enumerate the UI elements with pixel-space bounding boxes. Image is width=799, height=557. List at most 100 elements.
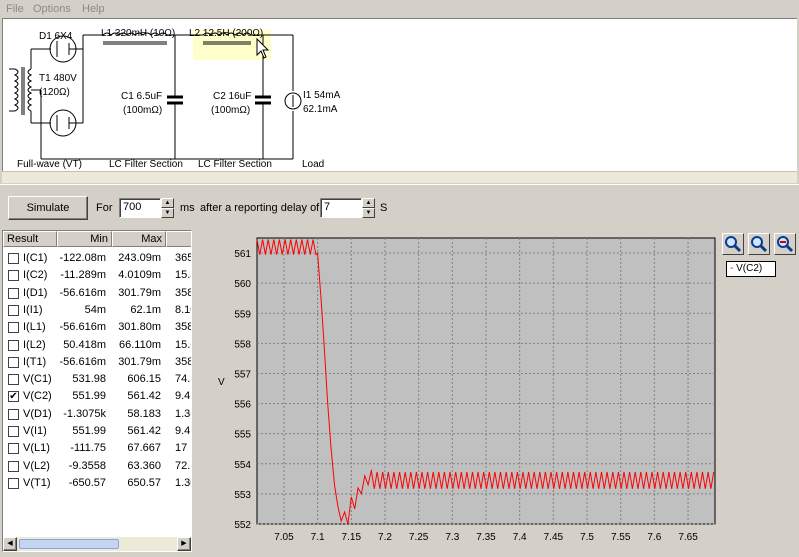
table-row[interactable]: V(C1) 531.98 606.15 74. (3, 371, 191, 388)
row-checkbox[interactable] (8, 304, 19, 316)
row-max: 561.42 (127, 425, 161, 437)
schematic-scrollbar[interactable] (2, 171, 797, 183)
zoom-in-icon[interactable] (722, 233, 744, 255)
x-tick-label: 7.25 (409, 532, 429, 543)
table-row[interactable]: I(I1) 54m 62.1m 8.10 (3, 302, 191, 319)
row-extra: 365. (175, 252, 191, 264)
row-min: 551.99 (72, 390, 106, 403)
legend-label: V(C2) (736, 263, 763, 274)
menu-help[interactable]: Help (82, 3, 105, 15)
delay-down-button[interactable]: ▼ (362, 208, 375, 218)
simulate-button[interactable]: Simulate (8, 196, 88, 220)
schematic-canvas[interactable]: D1 6X4 T1 480V (120Ω) L1 320mH (10Ω) L2 … (2, 18, 797, 171)
row-checkbox[interactable] (8, 408, 19, 420)
ms-label: ms (180, 202, 195, 214)
row-max: 301.79m (118, 355, 161, 368)
zoom-out-icon[interactable] (774, 233, 796, 255)
delay-input[interactable]: 7 (320, 198, 362, 218)
scroll-thumb[interactable] (19, 539, 119, 549)
row-checkbox[interactable] (8, 322, 19, 334)
current-source-i1[interactable] (284, 35, 302, 159)
row-max: 63.360 (127, 459, 161, 472)
for-label: For (96, 202, 113, 214)
table-row[interactable]: I(D1) -56.616m 301.79m 358. (3, 285, 191, 302)
table-row[interactable]: I(T1) -56.616m 301.79m 358. (3, 354, 191, 371)
l1-label: L1 320mH (10Ω) (101, 28, 175, 39)
y-axis-label: V (218, 377, 225, 388)
header-min[interactable]: Min (57, 231, 112, 247)
table-row[interactable]: I(C2) -11.289m 4.0109m 15.3 (3, 267, 191, 284)
x-tick-label: 7.6 (647, 532, 661, 543)
row-checkbox[interactable] (8, 426, 19, 437)
l2-label: L2 12.5H (200Ω) (189, 28, 263, 39)
table-row[interactable]: I(L1) -56.616m 301.80m 358. (3, 319, 191, 336)
duration-up-button[interactable]: ▲ (161, 198, 174, 208)
row-checkbox[interactable] (8, 253, 19, 264)
table-row[interactable]: I(C1) -122.08m 243.09m 365. (3, 250, 191, 267)
row-extra: 1.30 (175, 476, 191, 489)
row-extra: 15.6 (175, 338, 191, 351)
results-table: Result Min Max I(C1)-122.08m243.09m365.I… (2, 230, 192, 552)
s-label: S (380, 202, 388, 214)
header-max[interactable]: Max (112, 231, 166, 247)
table-row[interactable]: V(I1) 551.99 561.42 9.4 (3, 423, 191, 440)
row-min: 50.418m (63, 338, 106, 351)
legend-line-icon: - (730, 263, 734, 274)
header-result[interactable]: Result (3, 231, 57, 247)
table-row[interactable]: V(L1) -111.75 67.667 17 (3, 440, 191, 457)
delay-up-button[interactable]: ▲ (362, 198, 375, 208)
row-checkbox[interactable] (8, 356, 19, 368)
row-checkbox[interactable] (8, 270, 19, 282)
menu-file[interactable]: File (6, 3, 24, 15)
row-checkbox[interactable] (8, 339, 19, 351)
scroll-left-button[interactable]: ◀ (3, 537, 17, 551)
x-tick-label: 7.2 (378, 532, 392, 543)
duration-input[interactable]: 700 (119, 198, 161, 218)
row-name: V(L1) (23, 442, 50, 455)
table-row[interactable]: V(L2) -9.3558 63.360 72. (3, 458, 191, 475)
diode-d1[interactable] (49, 34, 103, 137)
simulation-toolbar: Simulate For 700 ▲ ▼ ms after a reportin… (0, 188, 799, 228)
row-checkbox[interactable] (8, 460, 19, 472)
table-row[interactable]: V(D1) -1.3075k 58.183 1.36 (3, 406, 191, 423)
y-tick-label: 559 (234, 309, 251, 320)
menu-options[interactable]: Options (33, 3, 71, 15)
row-name: V(C1) (23, 373, 52, 386)
y-tick-label: 556 (234, 400, 251, 411)
row-name: V(T1) (23, 476, 51, 489)
x-tick-label: 7.5 (580, 532, 594, 543)
c2-resistance: (100mΩ) (211, 105, 250, 116)
c1-label: C1 6.5uF (121, 91, 162, 102)
y-tick-label: 560 (234, 279, 251, 290)
table-row[interactable]: ✔ V(C2) 551.99 561.42 9.4 (3, 388, 191, 405)
table-row[interactable]: I(L2) 50.418m 66.110m 15.6 (3, 337, 191, 354)
y-tick-label: 561 (234, 249, 251, 260)
row-max: 301.80m (118, 321, 161, 334)
table-row[interactable]: V(T1) -650.57 650.57 1.30 (3, 475, 191, 492)
header-extra[interactable] (166, 231, 191, 247)
zoom-icon[interactable] (748, 233, 770, 255)
y-tick-label: 557 (234, 369, 251, 380)
scroll-right-button[interactable]: ▶ (177, 537, 191, 551)
row-min: -56.616m (59, 355, 106, 368)
row-name: I(C2) (23, 269, 48, 282)
row-min: 551.99 (72, 425, 106, 437)
transformer-t1[interactable] (9, 48, 51, 159)
row-checkbox[interactable] (8, 374, 19, 386)
row-name: I(C1) (23, 252, 48, 264)
i1-value: 62.1mA (303, 104, 338, 115)
chart-panel: 561 560 559 558 557 556 555 554 553 552 7.05 7.1 7.… (196, 230, 799, 554)
row-extra: 72. (175, 459, 191, 472)
row-checkbox[interactable] (8, 287, 19, 299)
row-min: -650.57 (68, 476, 106, 489)
row-checkbox[interactable] (8, 477, 19, 489)
x-tick-label: 7.55 (611, 532, 631, 543)
duration-down-button[interactable]: ▼ (161, 208, 174, 218)
row-checkbox[interactable] (8, 443, 19, 455)
capacitor-c1[interactable] (167, 35, 183, 159)
row-checkbox[interactable]: ✔ (8, 391, 19, 403)
voltage-chart[interactable]: 561560559558557556555554553552 7.05 7.1 7.… (196, 230, 799, 554)
section-load: Load (302, 159, 324, 170)
row-name: V(D1) (23, 407, 52, 420)
table-scrollbar[interactable]: ◀ ▶ (3, 537, 191, 551)
